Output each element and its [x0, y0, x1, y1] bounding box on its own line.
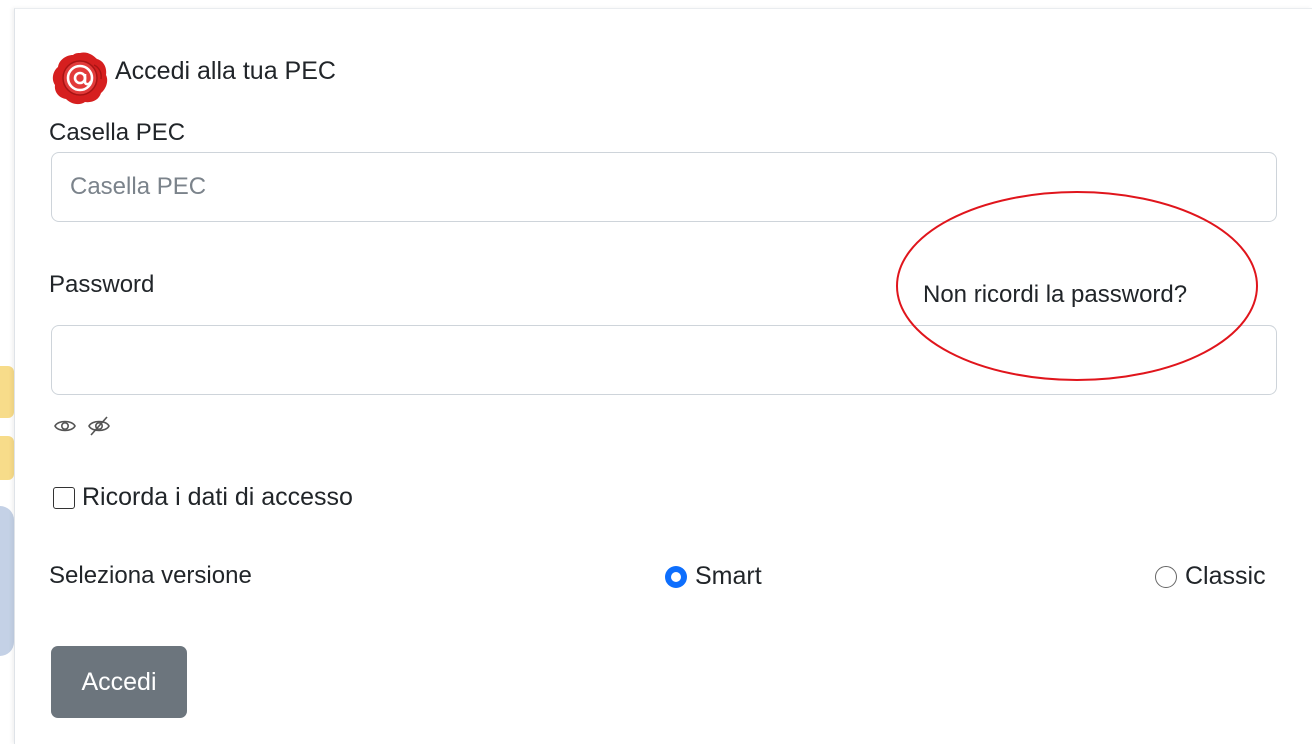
password-input[interactable] [51, 325, 1277, 395]
version-label: Seleziona versione [49, 562, 252, 589]
radio-classic[interactable] [1155, 565, 1177, 588]
forgot-password-link[interactable]: Non ricordi la password? [923, 281, 1187, 309]
login-button[interactable]: Accedi [51, 646, 187, 718]
mailbox-input[interactable] [51, 152, 1277, 222]
background-shape-yellow [0, 366, 14, 418]
page-title: Accedi alla tua PEC [115, 56, 336, 85]
login-card: Accedi alla tua PEC Casella PEC Password… [14, 8, 1312, 744]
background-shape-yellow [0, 436, 14, 480]
remember-checkbox[interactable] [53, 486, 75, 509]
pec-seal-icon [52, 52, 108, 105]
background-decoration [0, 0, 14, 744]
login-header: Accedi alla tua PEC [49, 49, 336, 107]
remember-me[interactable]: Ricorda i dati di accesso [53, 483, 353, 512]
password-label: Password [49, 271, 155, 298]
radio-smart-label: Smart [695, 562, 762, 590]
radio-smart[interactable] [665, 565, 687, 588]
password-visibility-toggle [53, 414, 111, 438]
radio-classic-label: Classic [1185, 562, 1266, 590]
remember-label: Ricorda i dati di accesso [82, 483, 353, 511]
version-option-smart[interactable]: Smart [665, 562, 762, 591]
eye-slash-icon[interactable] [87, 414, 111, 438]
background-shape-blue [0, 506, 14, 656]
eye-icon[interactable] [53, 414, 77, 438]
mailbox-label: Casella PEC [49, 119, 186, 146]
version-option-classic[interactable]: Classic [1155, 562, 1266, 591]
